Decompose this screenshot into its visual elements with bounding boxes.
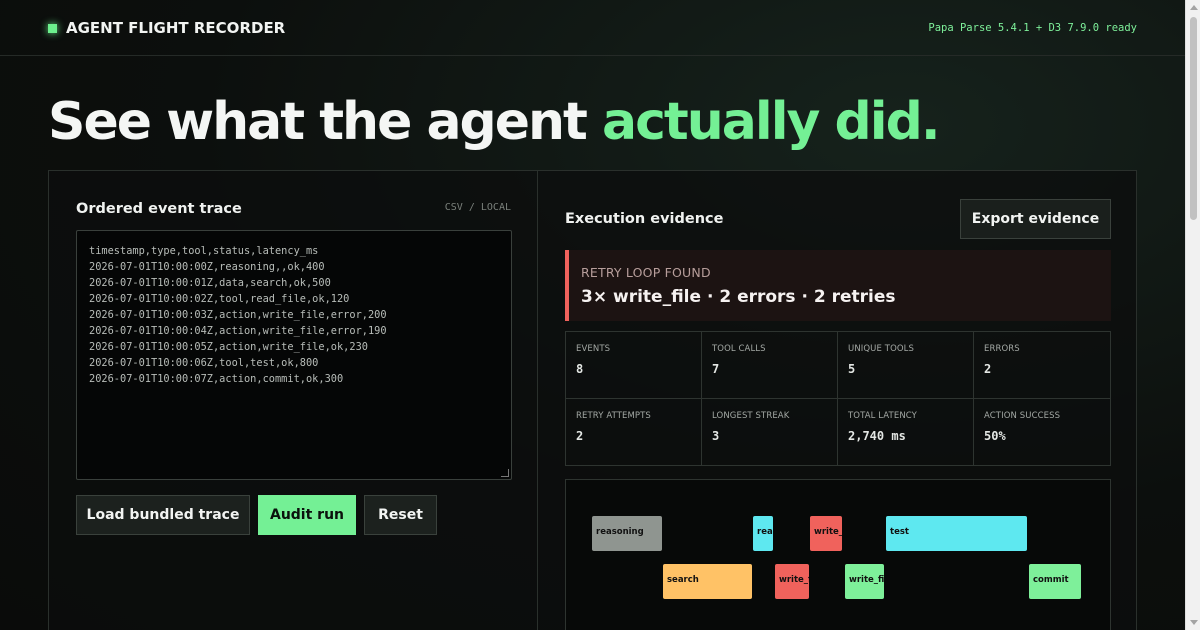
trace-line: 2026-07-01T10:00:07Z,action,commit,ok,30… bbox=[89, 373, 344, 385]
scroll-up-icon[interactable] bbox=[1190, 5, 1198, 10]
stat-value: 2 bbox=[576, 428, 584, 443]
stat-value: 2,740 ms bbox=[848, 428, 906, 443]
stat-value: 3 bbox=[712, 428, 720, 443]
timeline-event-bar[interactable]: write_file bbox=[775, 564, 809, 599]
stat-value: 8 bbox=[576, 362, 584, 376]
timeline-event-bar[interactable]: test bbox=[886, 516, 1027, 551]
stat-label: RETRY ATTEMPTS bbox=[576, 410, 651, 421]
resize-grip-icon[interactable] bbox=[501, 469, 509, 477]
evidence-panel-title: Execution evidence bbox=[565, 211, 724, 227]
stat-label: LONGEST STREAK bbox=[712, 410, 790, 421]
timeline-event-bar[interactable]: write_file bbox=[845, 564, 884, 599]
timeline-event-bar[interactable]: search bbox=[663, 564, 752, 599]
audit-run-button[interactable]: Audit run bbox=[258, 495, 356, 535]
stat-cell: UNIQUE TOOLS 5 bbox=[838, 332, 974, 399]
stat-cell: RETRY ATTEMPTS 2 bbox=[566, 398, 702, 465]
stat-value: 5 bbox=[848, 362, 856, 376]
stat-cell: LONGEST STREAK 3 bbox=[702, 398, 838, 465]
source-tag: CSV / LOCAL bbox=[444, 202, 511, 213]
library-status: Papa Parse 5.4.1 + D3 7.9.0 ready bbox=[928, 22, 1137, 34]
stat-value: 2 bbox=[984, 362, 992, 376]
timeline-chart: reasoningsearchread_filewrite_filewrite_… bbox=[565, 479, 1111, 630]
timeline-event-bar[interactable]: reasoning bbox=[592, 516, 662, 551]
hero-accent: actually did. bbox=[602, 92, 941, 152]
stat-label: TOTAL LATENCY bbox=[848, 410, 917, 421]
stat-label: EVENTS bbox=[576, 344, 611, 354]
reset-button[interactable]: Reset bbox=[364, 495, 437, 535]
stat-cell: ERRORS 2 bbox=[974, 332, 1110, 399]
stat-label: UNIQUE TOOLS bbox=[848, 344, 914, 354]
scroll-down-icon[interactable] bbox=[1190, 620, 1198, 625]
square-icon bbox=[48, 24, 57, 33]
stats-grid: EVENTS 8 TOOL CALLS 7 UNIQUE TOOLS 5 ERRORS 2 RE… bbox=[565, 331, 1111, 466]
trace-line: 2026-07-01T10:00:00Z,reasoning,,ok,400 bbox=[89, 261, 325, 273]
trace-panel-title: Ordered event trace bbox=[76, 201, 242, 217]
app-title: AGENT FLIGHT RECORDER bbox=[66, 19, 286, 37]
page-scrollbar[interactable] bbox=[1185, 0, 1200, 630]
trace-line: 2026-07-01T10:00:01Z,data,search,ok,500 bbox=[89, 277, 331, 289]
alert-value: 3× write_file · 2 errors · 2 retries bbox=[581, 287, 896, 307]
scroll-thumb[interactable] bbox=[1190, 17, 1197, 220]
stat-value: 50% bbox=[984, 428, 1006, 443]
stat-cell: ACTION SUCCESS 50% bbox=[974, 399, 1110, 466]
timeline-event-bar[interactable]: read_file bbox=[753, 516, 773, 551]
retry-alert: RETRY LOOP FOUND 3× write_file · 2 error… bbox=[565, 250, 1111, 321]
alert-label: RETRY LOOP FOUND bbox=[581, 265, 711, 280]
stat-label: ACTION SUCCESS bbox=[984, 410, 1061, 421]
timeline-event-bar[interactable]: commit bbox=[1029, 564, 1081, 599]
load-trace-button[interactable]: Load bundled trace bbox=[76, 495, 250, 535]
stat-label: TOOL CALLS bbox=[712, 344, 766, 354]
hero-heading: See what the agent actually did. bbox=[48, 92, 941, 152]
stat-cell: TOTAL LATENCY 2,740 ms bbox=[838, 398, 974, 465]
stat-label: ERRORS bbox=[984, 344, 1020, 354]
main-card: Ordered event trace CSV / LOCAL timestam… bbox=[48, 170, 1137, 630]
trace-line: 2026-07-01T10:00:06Z,tool,test,ok,800 bbox=[89, 357, 319, 369]
timeline-event-bar[interactable]: write_file bbox=[810, 516, 842, 551]
export-evidence-button[interactable]: Export evidence bbox=[960, 199, 1111, 239]
trace-line: 2026-07-01T10:00:04Z,action,write_file,e… bbox=[89, 325, 387, 337]
trace-line: 2026-07-01T10:00:03Z,action,write_file,e… bbox=[89, 309, 387, 321]
top-bar: AGENT FLIGHT RECORDER Papa Parse 5.4.1 +… bbox=[0, 0, 1185, 56]
stat-cell: EVENTS 8 bbox=[566, 332, 702, 399]
stat-cell: TOOL CALLS 7 bbox=[702, 332, 838, 399]
trace-line: timestamp,type,tool,status,latency_ms bbox=[89, 245, 319, 257]
trace-input[interactable]: timestamp,type,tool,status,latency_ms 202… bbox=[76, 230, 512, 480]
hero-lead: See what the agent bbox=[48, 92, 603, 152]
trace-panel: Ordered event trace CSV / LOCAL timestam… bbox=[49, 171, 538, 630]
stat-value: 7 bbox=[712, 362, 720, 376]
trace-line: 2026-07-01T10:00:05Z,action,write_file,o… bbox=[89, 341, 368, 353]
trace-line: 2026-07-01T10:00:02Z,tool,read_file,ok,1… bbox=[89, 293, 350, 305]
